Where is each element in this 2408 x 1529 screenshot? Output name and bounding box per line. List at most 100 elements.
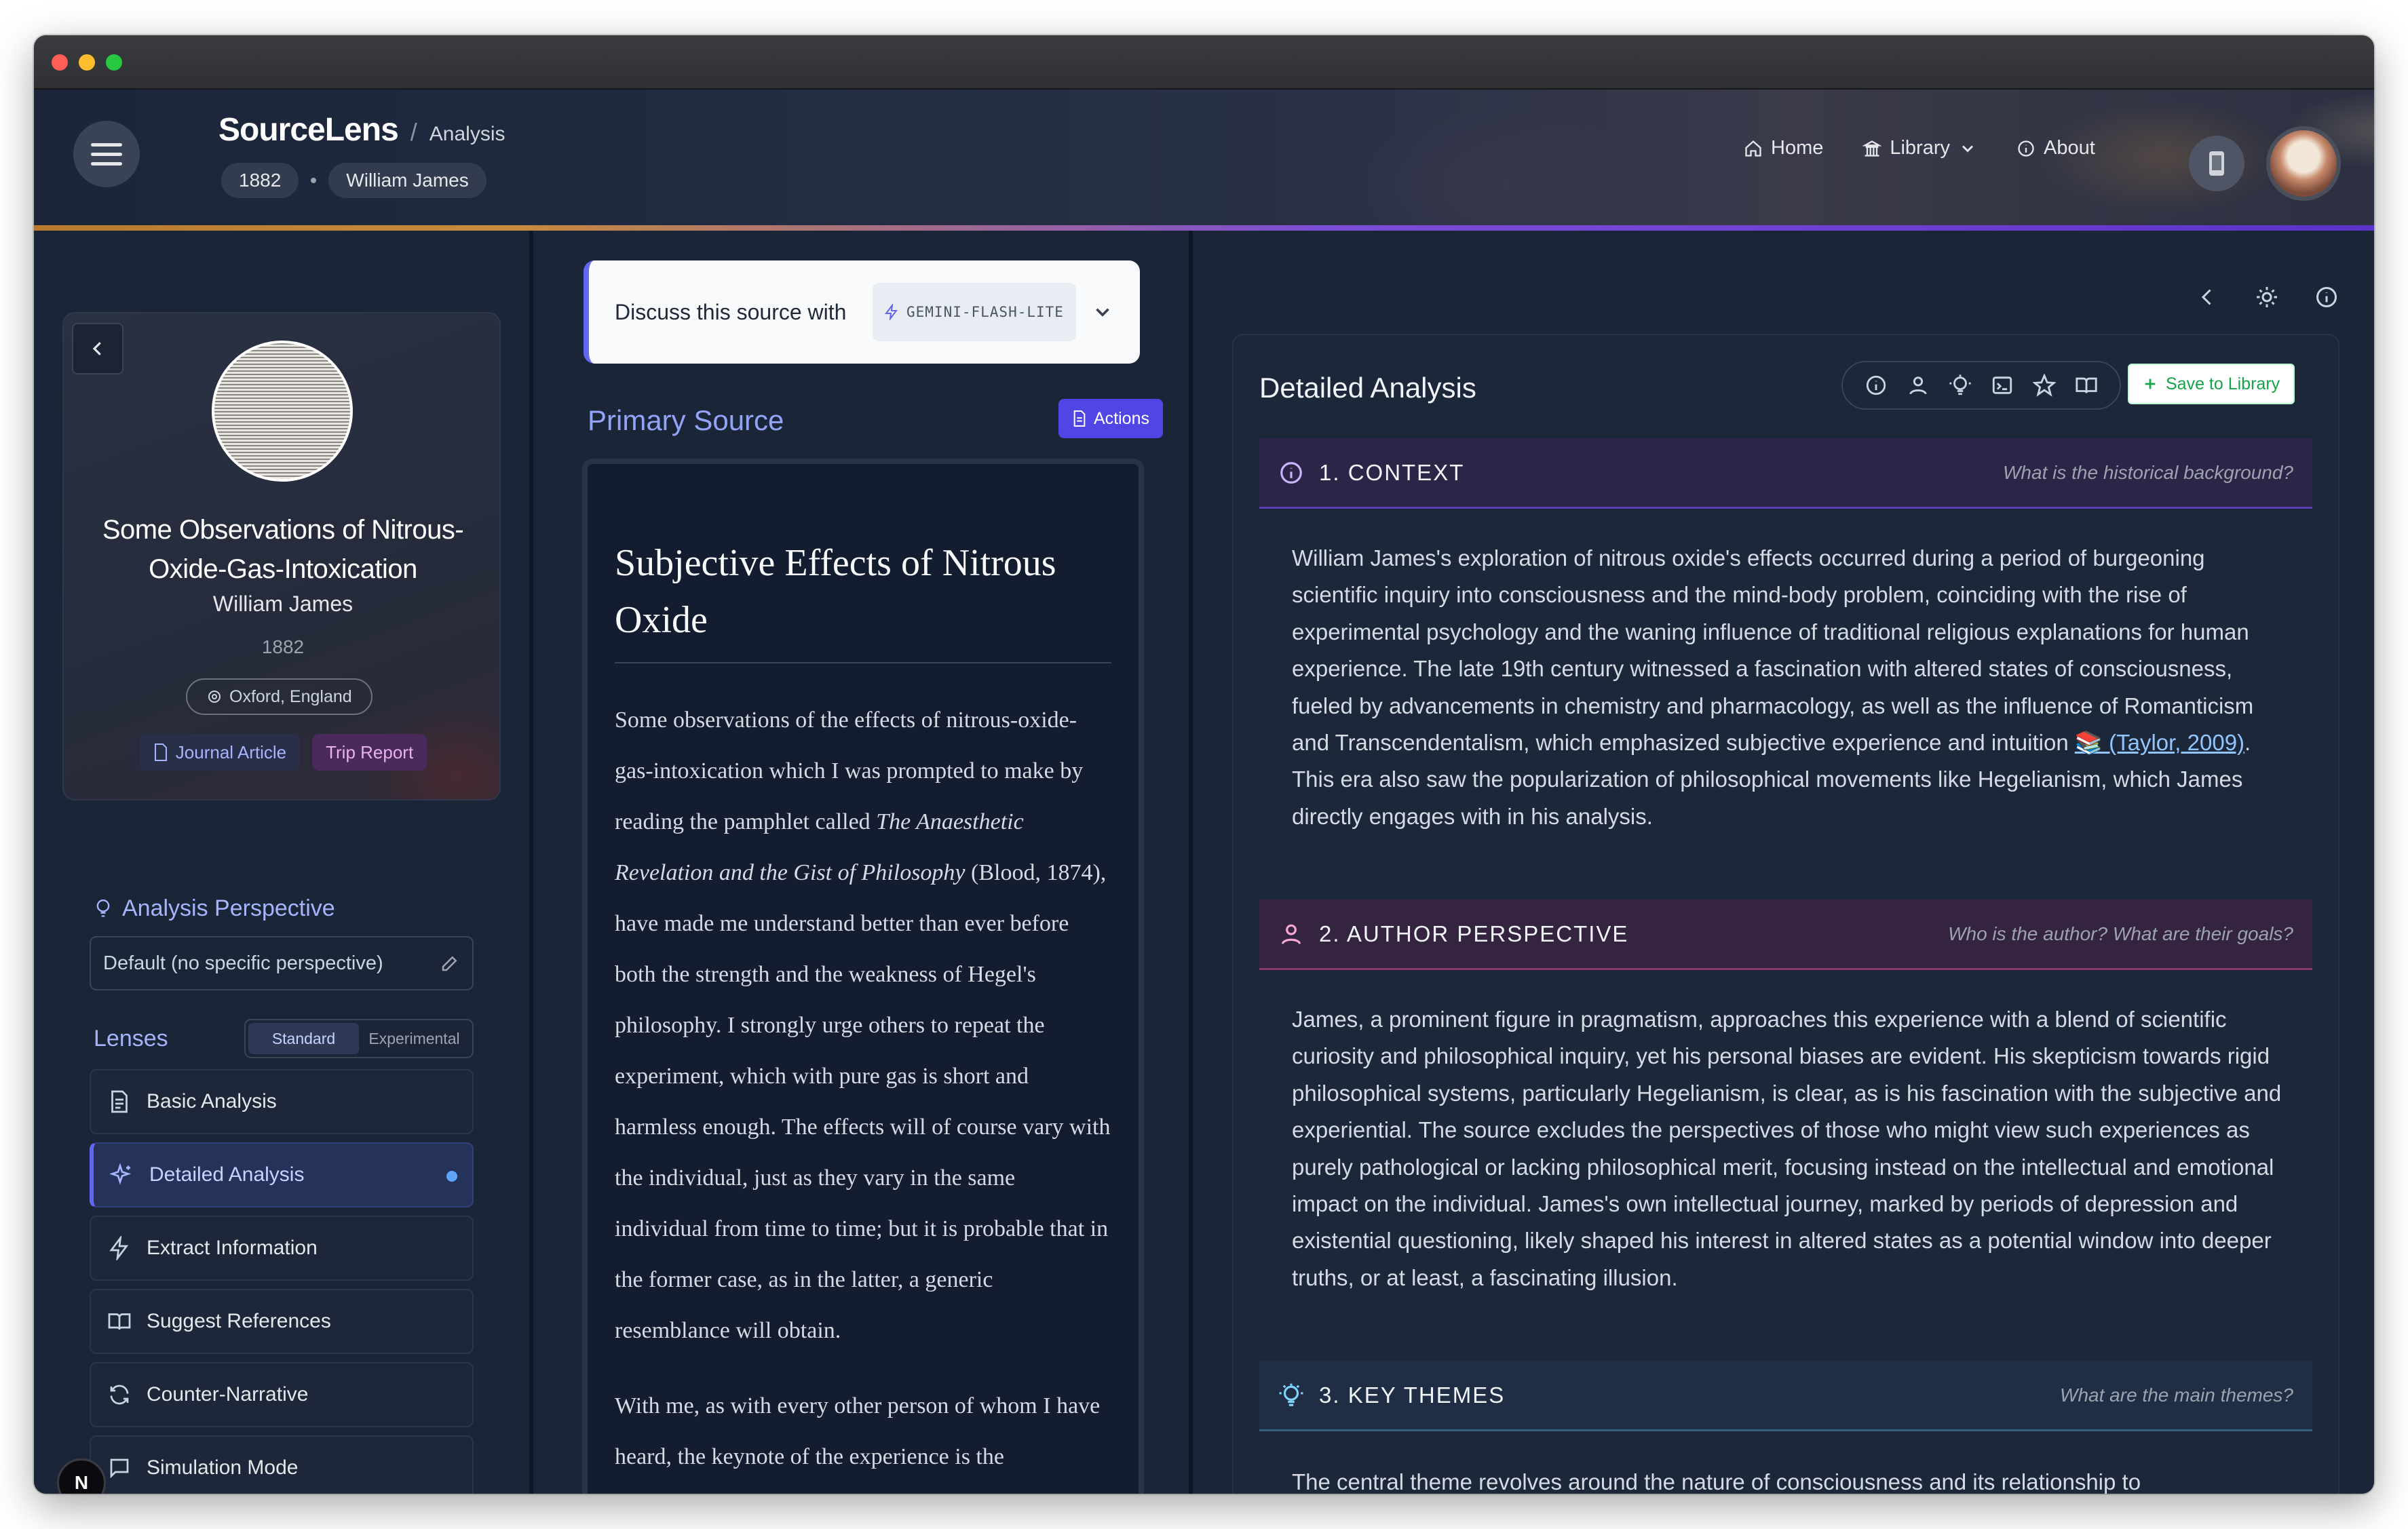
section-text: William James's exploration of nitrous o… [1292,545,2254,756]
header-background-image [617,90,2374,228]
bulb-icon[interactable] [1949,374,1972,397]
source-title: Some Observations of Nitrous-Oxide-Gas-I… [102,515,464,584]
menu-icon-line [91,152,122,156]
document-icon [154,743,167,761]
window-titlebar [34,35,2374,90]
brand: SourceLens / Analysis [218,111,505,149]
lenses-heading: Lenses [94,1026,168,1051]
section-author-header[interactable]: 2. AUTHOR PERSPECTIVE Who is the author?… [1259,899,2312,970]
tag-label: Trip Report [326,741,414,762]
section-context-header[interactable]: 1. CONTEXT What is the historical backgr… [1259,438,2312,509]
sidebar: Some Observations of Nitrous-Oxide-Gas-I… [34,231,529,1494]
save-to-library-button[interactable]: Save to Library [2128,364,2295,404]
lens-basic-analysis[interactable]: Basic Analysis [90,1069,474,1134]
save-label: Save to Library [2166,374,2280,393]
lens-label: Basic Analysis [147,1090,277,1112]
info-icon[interactable] [1865,374,1888,397]
bulb-icon [1279,1383,1303,1406]
analysis-perspective-heading: Analysis Perspective [94,895,335,922]
chevron-left-icon[interactable] [2195,285,2219,309]
section-themes-header[interactable]: 3. KEY THEMES What are the main themes? [1259,1361,2312,1431]
chevron-down-icon[interactable] [1091,301,1114,324]
section-author-body: James, a prominent figure in pragmatism,… [1292,1007,2282,1290]
nav-about-label: About [2044,137,2095,159]
nav-library[interactable]: Library [1862,137,1977,159]
model-name: GEMINI-FLASH-LITE [906,304,1064,320]
tag-journal-article[interactable]: Journal Article [138,734,301,771]
device-button[interactable] [2189,136,2244,191]
nav-about[interactable]: About [2017,137,2095,159]
lens-label: Extract Information [147,1237,318,1259]
edit-icon[interactable] [440,953,460,973]
nav-home-label: Home [1771,137,1824,159]
sun-icon[interactable] [2255,285,2279,309]
discuss-label: Discuss this source with [615,300,847,324]
lens-mode-toggle: Standard Experimental [244,1019,474,1058]
lens-simulation-mode[interactable]: Simulation Mode [90,1435,474,1494]
citation-link[interactable]: 📚 (Taylor, 2009) [2075,730,2244,755]
location-pill: Oxford, England [186,678,372,715]
home-icon [1745,140,1761,157]
terminal-icon[interactable] [1991,374,2014,397]
model-selector[interactable]: GEMINI-FLASH-LITE [873,283,1076,341]
back-button[interactable] [72,323,123,374]
info-icon[interactable] [2314,285,2339,309]
nav-home[interactable]: Home [1744,137,1823,159]
lens-label: Counter-Narrative [147,1383,309,1406]
section-label: 2. AUTHOR PERSPECTIVE [1319,921,1629,946]
section-themes-body: The central theme revolves around the na… [1292,1469,2141,1494]
primary-source-heading: Primary Source [588,404,784,436]
document-paragraph: With me, as with every other person of w… [615,1393,1101,1469]
tag-label: Journal Article [175,741,287,762]
refresh-icon [110,1385,129,1405]
minimize-window-button[interactable] [79,54,95,71]
active-indicator [446,1171,457,1182]
menu-icon-line [91,161,122,166]
close-window-button[interactable] [52,54,68,71]
analysis-perspective-label: Analysis Perspective [122,895,335,921]
section-question: What is the historical background? [2003,461,2293,483]
analysis-panel: Detailed Analysis Save to Library 1. CON… [1193,231,2374,1494]
plus-icon [2145,379,2156,389]
lens-label: Simulation Mode [147,1456,299,1479]
document-paragraph: Some observations of the effects of nitr… [615,695,1111,1356]
analysis-title: Detailed Analysis [1259,372,1476,404]
source-thumbnail [212,341,353,482]
chevron-left-icon [92,342,101,355]
breadcrumb: Analysis [429,123,505,145]
mode-experimental[interactable]: Experimental [359,1023,470,1054]
nav-library-label: Library [1890,137,1951,159]
chat-icon [110,1458,129,1479]
section-question: What are the main themes? [2060,1384,2293,1406]
chip-separator [311,178,317,183]
tag-trip-report[interactable]: Trip Report [312,734,427,771]
maximize-window-button[interactable] [106,54,122,71]
book-icon[interactable] [2075,374,2098,397]
perspective-value: Default (no specific perspective) [103,952,383,974]
section-shortcuts [1841,361,2121,410]
user-avatar[interactable] [2266,126,2341,201]
sparkle-icon [885,304,898,320]
bolt-icon [109,1236,129,1260]
analysis-card: Detailed Analysis Save to Library 1. CON… [1232,334,2339,1494]
lens-list: Basic Analysis Detailed Analysis Extract… [90,1069,474,1494]
menu-button[interactable] [73,121,140,187]
brand-name[interactable]: SourceLens [218,111,399,149]
person-icon[interactable] [1907,374,1930,397]
lens-suggest-references[interactable]: Suggest References [90,1289,474,1354]
lens-extract-information[interactable]: Extract Information [90,1216,474,1281]
lightbulb-icon [96,899,110,917]
info-icon [2018,140,2034,157]
section-question: Who is the author? What are their goals? [1948,923,2293,944]
star-icon[interactable] [2033,374,2056,397]
paragraph-text: (Blood, 1874), have made me understand b… [615,860,1111,1343]
perspective-input[interactable]: Default (no specific perspective) [90,936,474,990]
actions-button[interactable]: Actions [1058,399,1163,438]
mode-standard[interactable]: Standard [248,1023,359,1054]
lens-counter-narrative[interactable]: Counter-Narrative [90,1362,474,1427]
header-accent-bar [34,225,2374,231]
lens-detailed-analysis[interactable]: Detailed Analysis [90,1142,474,1207]
info-icon [1280,461,1302,484]
library-icon [1862,140,1882,157]
source-year: 1882 [261,636,305,657]
